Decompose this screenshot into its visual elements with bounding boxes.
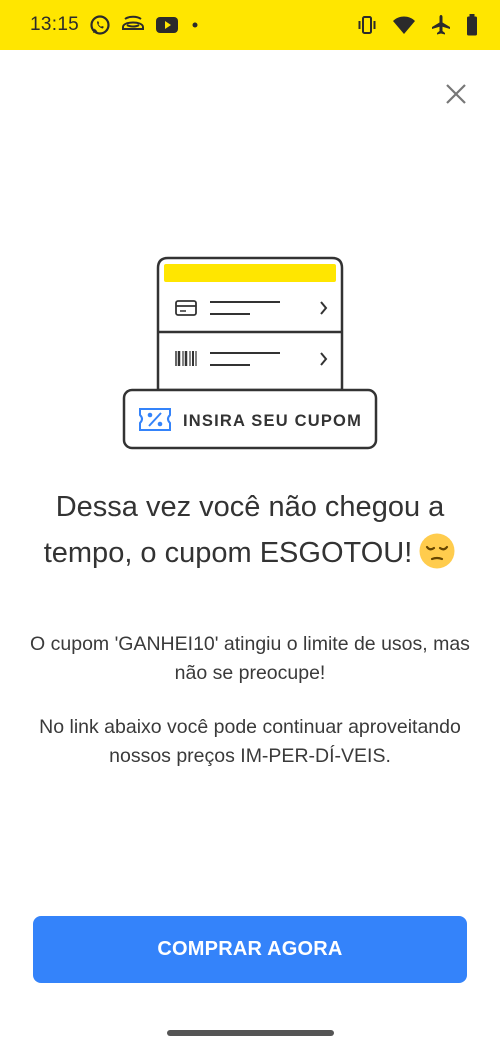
whatsapp-icon	[89, 14, 111, 36]
airplane-icon	[430, 14, 452, 36]
battery-icon	[466, 14, 478, 36]
coupon-label: INSIRA SEU CUPOM	[183, 412, 362, 430]
vibrate-icon	[356, 15, 378, 35]
status-time: 13:15	[30, 14, 80, 35]
status-left: 13:15	[30, 14, 201, 36]
status-right	[356, 14, 478, 36]
youtube-icon	[155, 16, 179, 34]
close-icon	[445, 83, 467, 110]
more-dot-icon	[189, 19, 201, 31]
headline: Dessa vez você não chegou a tempo, o cup…	[30, 484, 470, 584]
barcode-icon	[175, 351, 197, 366]
pensive-face-icon	[418, 532, 456, 584]
notification-app-icon	[121, 15, 145, 35]
message-limit: O cupom 'GANHEI10' atingiu o limite de u…	[30, 633, 470, 684]
buy-now-button[interactable]: COMPRAR AGORA	[33, 916, 467, 983]
wifi-icon	[392, 15, 416, 35]
close-button[interactable]	[440, 80, 472, 112]
status-bar: 13:15	[0, 0, 500, 50]
headline-text: Dessa vez você não chegou a tempo, o cup…	[43, 491, 445, 569]
message-continue: No link abaixo você pode continuar aprov…	[39, 716, 461, 767]
coupon-illustration: INSIRA SEU CUPOM	[120, 254, 380, 454]
home-indicator[interactable]	[167, 1030, 334, 1036]
